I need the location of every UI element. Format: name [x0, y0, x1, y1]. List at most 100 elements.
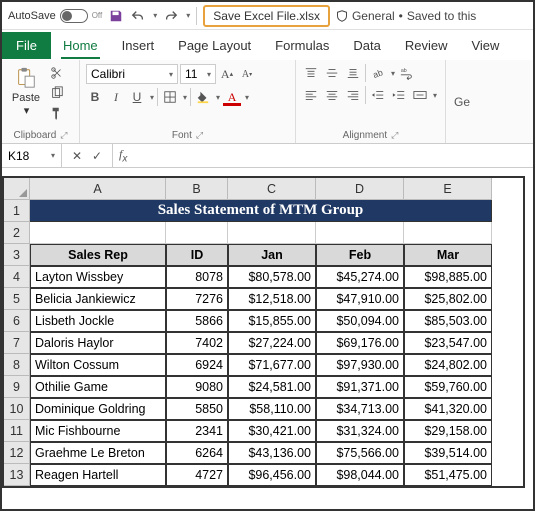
underline-button[interactable]: U [128, 88, 146, 106]
cell-jan[interactable]: $24,581.00 [228, 376, 316, 398]
cell-id[interactable]: 8078 [166, 266, 228, 288]
cell-mar[interactable]: $59,760.00 [404, 376, 492, 398]
cell-id[interactable]: 5850 [166, 398, 228, 420]
tab-insert[interactable]: Insert [110, 32, 167, 59]
row-header-5[interactable]: 5 [4, 288, 30, 310]
cell-jan[interactable]: $27,224.00 [228, 332, 316, 354]
tab-page-layout[interactable]: Page Layout [166, 32, 263, 59]
cell-rep[interactable]: Daloris Haylor [30, 332, 166, 354]
row-header-8[interactable]: 8 [4, 354, 30, 376]
row-header-6[interactable]: 6 [4, 310, 30, 332]
cell-feb[interactable]: $69,176.00 [316, 332, 404, 354]
align-center-icon[interactable] [323, 86, 341, 104]
select-all-corner[interactable] [4, 178, 30, 200]
tab-review[interactable]: Review [393, 32, 460, 59]
cell-rep[interactable]: Lisbeth Jockle [30, 310, 166, 332]
increase-font-icon[interactable]: A▴ [218, 65, 236, 83]
cell-blank[interactable] [316, 222, 404, 244]
tab-file[interactable]: File [2, 32, 51, 59]
cell-blank[interactable] [30, 222, 166, 244]
borders-icon[interactable] [161, 88, 179, 106]
row-header-2[interactable]: 2 [4, 222, 30, 244]
cell-feb[interactable]: $97,930.00 [316, 354, 404, 376]
cell-rep[interactable]: Belicia Jankiewicz [30, 288, 166, 310]
orientation-dropdown-icon[interactable]: ▾ [391, 69, 395, 78]
align-middle-icon[interactable] [323, 64, 341, 82]
cell-mar[interactable]: $51,475.00 [404, 464, 492, 486]
fx-icon[interactable]: fx [113, 147, 133, 164]
spreadsheet-grid[interactable]: ABCDE1Sales Statement of MTM Group23Sale… [2, 176, 525, 488]
cell-id[interactable]: 2341 [166, 420, 228, 442]
row-header-11[interactable]: 11 [4, 420, 30, 442]
align-top-icon[interactable] [302, 64, 320, 82]
row-header-12[interactable]: 12 [4, 442, 30, 464]
cut-icon[interactable] [48, 64, 66, 82]
cell-mar[interactable]: $98,885.00 [404, 266, 492, 288]
cell-feb[interactable]: $45,274.00 [316, 266, 404, 288]
cell-id[interactable]: 5866 [166, 310, 228, 332]
cell-feb[interactable]: $91,371.00 [316, 376, 404, 398]
align-bottom-icon[interactable] [344, 64, 362, 82]
autosave-toggle[interactable] [60, 9, 88, 23]
font-color-icon[interactable]: A [223, 88, 241, 106]
tab-data[interactable]: Data [341, 32, 392, 59]
row-header-3[interactable]: 3 [4, 244, 30, 266]
cell-rep[interactable]: Graehme Le Breton [30, 442, 166, 464]
col-header-C[interactable]: C [228, 178, 316, 200]
undo-dropdown-icon[interactable]: ▾ [153, 11, 157, 20]
cell-jan[interactable]: $71,677.00 [228, 354, 316, 376]
row-header-4[interactable]: 4 [4, 266, 30, 288]
cell-rep[interactable]: Wilton Cossum [30, 354, 166, 376]
filename-box[interactable]: Save Excel File.xlsx [203, 5, 330, 27]
cell-id[interactable]: 7402 [166, 332, 228, 354]
cell-rep[interactable]: Layton Wissbey [30, 266, 166, 288]
cell-rep[interactable]: Mic Fishbourne [30, 420, 166, 442]
cell-jan[interactable]: $12,518.00 [228, 288, 316, 310]
font-dialog-icon[interactable]: ⤢ [196, 130, 203, 141]
name-box[interactable]: K18 ▾ [2, 144, 62, 167]
cell-mar[interactable]: $41,320.00 [404, 398, 492, 420]
cell-blank[interactable] [228, 222, 316, 244]
save-icon[interactable] [108, 8, 124, 24]
cell-rep[interactable]: Reagen Hartell [30, 464, 166, 486]
decrease-font-icon[interactable]: A▾ [238, 65, 256, 83]
font-color-dropdown-icon[interactable]: ▾ [245, 93, 249, 102]
font-name-select[interactable]: Calibri▾ [86, 64, 178, 84]
cell-blank[interactable] [404, 222, 492, 244]
table-header[interactable]: Jan [228, 244, 316, 266]
qat-more-icon[interactable]: ▾ [186, 11, 190, 20]
cell-jan[interactable]: $15,855.00 [228, 310, 316, 332]
col-header-B[interactable]: B [166, 178, 228, 200]
cell-id[interactable]: 6924 [166, 354, 228, 376]
row-header-1[interactable]: 1 [4, 200, 30, 222]
alignment-dialog-icon[interactable]: ⤢ [391, 130, 398, 141]
col-header-D[interactable]: D [316, 178, 404, 200]
cell-rep[interactable]: Othilie Game [30, 376, 166, 398]
cell-feb[interactable]: $98,044.00 [316, 464, 404, 486]
wrap-text-icon[interactable]: ab [398, 64, 416, 82]
cell-feb[interactable]: $50,094.00 [316, 310, 404, 332]
tab-home[interactable]: Home [51, 32, 110, 59]
sensitivity-label[interactable]: General • Saved to this [336, 9, 476, 23]
paste-button[interactable]: Paste ▾ [8, 64, 44, 117]
enter-formula-icon[interactable]: ✓ [88, 147, 106, 165]
font-size-select[interactable]: 11▾ [180, 64, 216, 84]
cell-id[interactable]: 4727 [166, 464, 228, 486]
cancel-formula-icon[interactable]: ✕ [68, 147, 86, 165]
formula-input[interactable] [133, 144, 533, 167]
tab-view[interactable]: View [459, 32, 511, 59]
row-header-10[interactable]: 10 [4, 398, 30, 420]
cell-blank[interactable] [166, 222, 228, 244]
clipboard-dialog-icon[interactable]: ⤢ [60, 130, 67, 141]
row-header-13[interactable]: 13 [4, 464, 30, 486]
tab-formulas[interactable]: Formulas [263, 32, 341, 59]
borders-dropdown-icon[interactable]: ▾ [183, 93, 187, 102]
increase-indent-icon[interactable] [390, 86, 408, 104]
merge-center-icon[interactable] [411, 86, 429, 104]
cell-rep[interactable]: Dominique Goldring [30, 398, 166, 420]
table-header[interactable]: ID [166, 244, 228, 266]
copy-icon[interactable] [48, 84, 66, 102]
paste-dropdown-icon[interactable]: ▾ [24, 104, 30, 117]
cell-jan[interactable]: $30,421.00 [228, 420, 316, 442]
table-header[interactable]: Sales Rep [30, 244, 166, 266]
